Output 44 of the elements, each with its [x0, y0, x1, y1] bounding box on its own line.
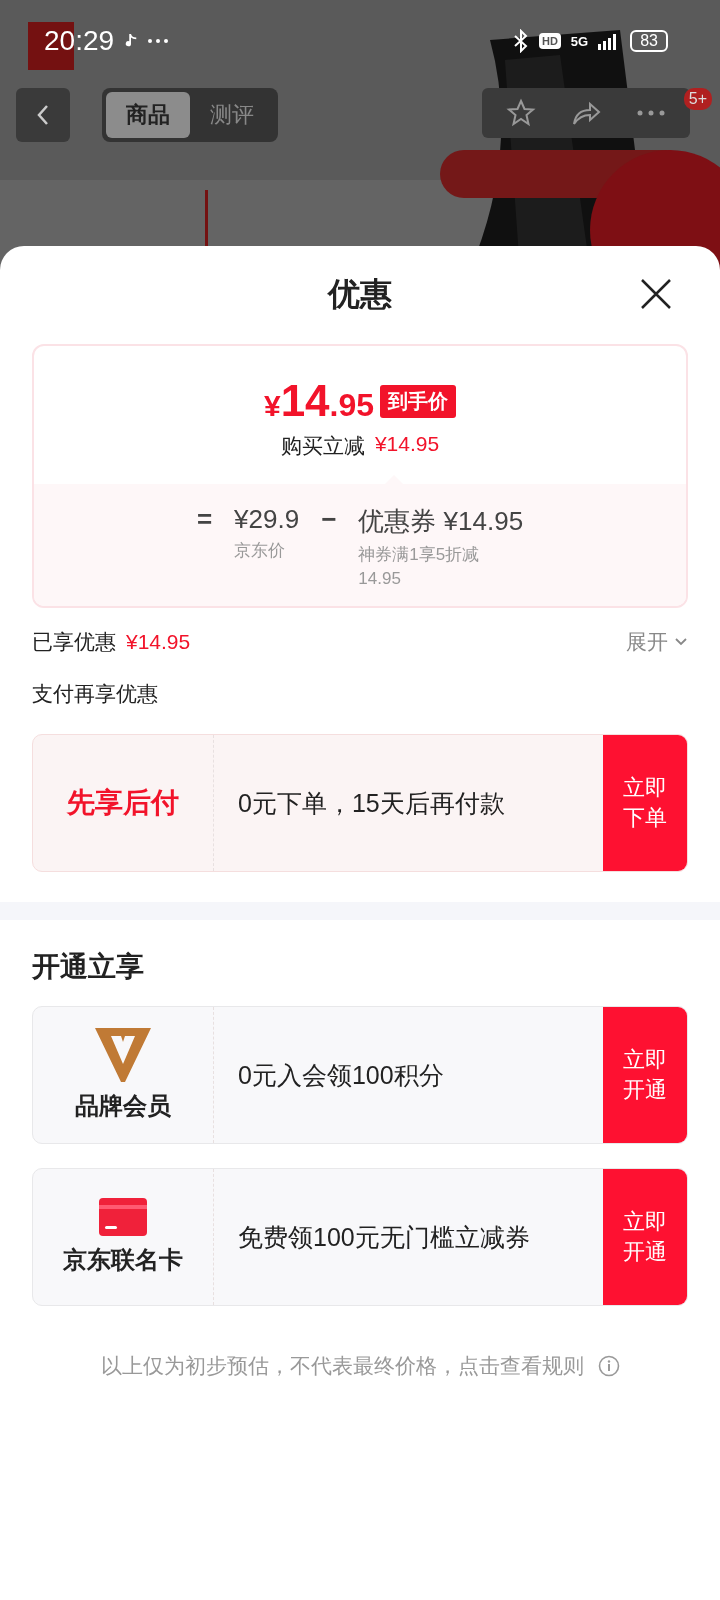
close-icon[interactable] — [640, 278, 672, 310]
sheet-title: 优惠 — [328, 275, 392, 314]
offer-description: 免费领100元无门槛立减券 — [237, 1221, 531, 1253]
jd-price: ¥29.9 — [234, 504, 300, 535]
savings-label: 已享优惠 — [32, 629, 116, 655]
jd-price-label: 京东价 — [234, 540, 287, 562]
back-button[interactable] — [16, 88, 70, 142]
section-title: 开通立享 — [32, 950, 145, 984]
offer-name: 品牌会员 — [75, 1091, 171, 1121]
price-tag: 到手价 — [380, 384, 457, 418]
reduce-amount: ¥14.95 — [374, 432, 440, 457]
offer-name: 先享后付 — [67, 786, 179, 820]
more-icon[interactable] — [636, 110, 666, 116]
v-logo-icon — [95, 1028, 151, 1082]
status-time: 20:29 — [44, 25, 115, 57]
music-note-icon — [124, 33, 139, 49]
battery-level: 83 — [630, 30, 668, 52]
back-icon — [36, 103, 50, 127]
star-icon[interactable] — [506, 98, 536, 128]
savings-amount: ¥14.95 — [126, 630, 191, 654]
offer-description: 0元下单，15天后再付款 — [237, 787, 506, 819]
offer-button[interactable]: 立即下单 — [603, 735, 687, 871]
offer-name: 京东联名卡 — [63, 1245, 183, 1275]
footer-note[interactable]: 以上仅为初步预估，不代表最终价格，点击查看规则 — [100, 1352, 584, 1380]
reduce-label: 购买立减 — [280, 433, 365, 459]
coupon-amount: 优惠券 ¥14.95 — [358, 505, 524, 538]
final-price: ¥14.95 — [263, 376, 375, 426]
tab[interactable]: 测评 — [190, 92, 274, 138]
chevron-icon — [674, 637, 688, 647]
offer-description: 0元入会领100积分 — [237, 1059, 445, 1091]
more-icon — [148, 39, 169, 43]
section-title: 支付再享优惠 — [32, 681, 159, 707]
expand-button[interactable]: 展开 — [626, 628, 688, 656]
network-label: 5G — [570, 33, 589, 49]
hd-badge: HD — [538, 33, 561, 49]
bluetooth-icon — [512, 29, 529, 53]
coupon-description: 神券满1享5折减14.95 — [358, 544, 481, 590]
info-icon[interactable] — [597, 1355, 620, 1377]
credit-card-icon — [99, 1198, 147, 1236]
offer-button[interactable]: 立即开通 — [603, 1007, 687, 1143]
minus-sign: − — [321, 504, 337, 535]
offer-button[interactable]: 立即开通 — [603, 1169, 687, 1305]
equals-sign: = — [196, 504, 213, 535]
tab[interactable]: 商品 — [106, 92, 190, 138]
